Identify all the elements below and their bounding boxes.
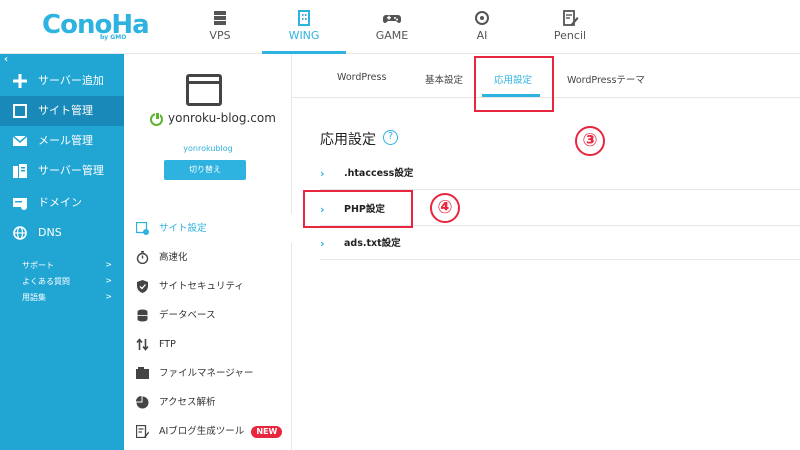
site-panel: yonroku-blog.com yonrokublog 切り替え サイト設定 … xyxy=(124,54,293,450)
menu-item-database[interactable]: データベース xyxy=(124,301,292,330)
sidebar-link-label: サポート xyxy=(22,261,54,270)
step-3-marker: ③ xyxy=(575,126,605,156)
sidebar-link-label: よくある質問 xyxy=(22,277,70,286)
sidebar-item-server-management[interactable]: サーバー管理 xyxy=(0,156,124,186)
sidebar-item-label: サーバー追加 xyxy=(38,74,104,87)
sidebar-item-label: メール管理 xyxy=(38,134,93,147)
sidebar-collapse-button[interactable]: ‹ xyxy=(4,54,8,65)
step-4-marker: ④ xyxy=(430,193,460,223)
server-icon xyxy=(214,11,226,25)
menu-item-label: サイト設定 xyxy=(159,223,207,234)
menu-item-label: 高速化 xyxy=(159,252,188,263)
accordion-label: ads.txt設定 xyxy=(344,238,401,249)
nav-wing-label: WING xyxy=(288,29,320,42)
accordion-htaccess[interactable]: › .htaccess設定 xyxy=(320,158,800,190)
globe-icon xyxy=(13,226,27,240)
site-user: yonrokublog xyxy=(183,144,233,153)
sidebar-item-label: サーバー管理 xyxy=(38,164,104,177)
sidebar-item-add-server[interactable]: サーバー追加 xyxy=(0,66,124,96)
sidebar-item-domain[interactable]: ドメイン xyxy=(0,188,124,218)
menu-item-speedup[interactable]: 高速化 xyxy=(124,243,292,272)
tab-wordpress[interactable]: WordPress xyxy=(337,72,386,83)
sidebar-item-dns[interactable]: DNS xyxy=(0,218,124,248)
plus-icon xyxy=(13,74,27,88)
sidebar-link-label: 用語集 xyxy=(22,293,46,302)
chevron-right-icon: › xyxy=(320,167,325,180)
menu-item-label: サイトセキュリティ xyxy=(159,281,244,292)
stopwatch-icon xyxy=(136,251,149,264)
tab-basic-settings[interactable]: 基本設定 xyxy=(425,72,463,86)
folder-icon xyxy=(136,367,149,379)
nav-game[interactable]: GAME xyxy=(350,0,434,54)
menu-item-site-security[interactable]: サイトセキュリティ xyxy=(124,272,292,301)
menu-item-ftp[interactable]: FTP xyxy=(124,330,292,359)
site-settings-icon xyxy=(136,222,149,235)
nav-wing[interactable]: WING xyxy=(262,0,346,54)
menu-item-label: FTP xyxy=(159,339,176,350)
chevron-right-icon: › xyxy=(320,237,325,250)
help-icon[interactable]: ? xyxy=(383,130,398,145)
nav-pencil[interactable]: Pencil xyxy=(528,0,612,54)
chevron-right-icon: > xyxy=(105,276,112,285)
pencil-doc-icon xyxy=(563,10,579,26)
menu-item-label: アクセス解析 xyxy=(159,397,216,408)
sidebar-item-label: ドメイン xyxy=(38,196,82,209)
menu-item-label: データベース xyxy=(159,310,216,321)
sidebar-link-support[interactable]: サポート > xyxy=(22,260,112,271)
logo-byline: by GMO xyxy=(100,34,127,41)
server-manage-icon xyxy=(13,164,27,178)
gamepad-icon xyxy=(383,15,401,23)
conoha-logo[interactable]: ConoHa xyxy=(42,10,150,40)
chip-icon xyxy=(475,11,489,25)
menu-item-file-manager[interactable]: ファイルマネージャー xyxy=(124,359,292,388)
tab-wordpress-theme[interactable]: WordPressテーマ xyxy=(567,72,645,86)
sidebar-link-glossary[interactable]: 用語集 > xyxy=(22,292,112,303)
database-icon xyxy=(137,309,148,322)
new-badge: NEW xyxy=(251,425,283,438)
ai-doc-icon xyxy=(136,425,149,438)
power-status-icon xyxy=(150,112,163,126)
shield-icon xyxy=(137,280,148,293)
accordion-label: .htaccess設定 xyxy=(344,168,414,179)
accordion-ads-txt[interactable]: › ads.txt設定 xyxy=(320,228,800,260)
menu-item-access-analytics[interactable]: アクセス解析 xyxy=(124,388,292,417)
main-sidebar: ‹ サーバー追加 サイト管理 メール管理 サーバー管理 ドメイン DNS サポー… xyxy=(0,54,124,450)
building-icon xyxy=(298,10,310,26)
nav-ai-label: AI xyxy=(476,29,488,42)
highlight-box-advanced-tab xyxy=(474,56,554,112)
switch-button[interactable]: 切り替え xyxy=(164,160,246,180)
mail-icon xyxy=(13,135,27,146)
sidebar-item-label: サイト管理 xyxy=(38,104,93,117)
sidebar-item-mail-management[interactable]: メール管理 xyxy=(0,126,124,156)
nav-vps[interactable]: VPS xyxy=(178,0,262,54)
site-domain: yonroku-blog.com xyxy=(168,111,276,125)
menu-item-ai-blog-tool[interactable]: AIブログ生成ツール NEW xyxy=(124,417,292,446)
menu-item-label: AIブログ生成ツール xyxy=(159,426,245,437)
highlight-box-php xyxy=(303,190,413,228)
window-icon xyxy=(13,104,27,118)
nav-game-label: GAME xyxy=(375,29,409,42)
nav-ai[interactable]: AI xyxy=(440,0,524,54)
nav-pencil-label: Pencil xyxy=(553,29,587,42)
menu-item-label: ファイルマネージャー xyxy=(159,368,254,379)
pie-chart-icon xyxy=(136,396,149,409)
chevron-right-icon: > xyxy=(105,292,112,301)
section-title: 応用設定 xyxy=(320,132,376,148)
chevron-right-icon: > xyxy=(105,260,112,269)
sidebar-link-faq[interactable]: よくある質問 > xyxy=(22,276,112,287)
transfer-icon xyxy=(136,338,149,351)
nav-vps-label: VPS xyxy=(209,29,231,42)
menu-item-site-settings[interactable]: サイト設定 xyxy=(124,214,293,243)
top-header: ConoHa by GMO VPS WING GAME AI Pencil xyxy=(0,0,800,54)
site-window-icon xyxy=(186,74,222,106)
sidebar-item-label: DNS xyxy=(38,226,62,239)
domain-icon xyxy=(13,198,27,210)
sidebar-item-site-management[interactable]: サイト管理 xyxy=(0,96,124,126)
